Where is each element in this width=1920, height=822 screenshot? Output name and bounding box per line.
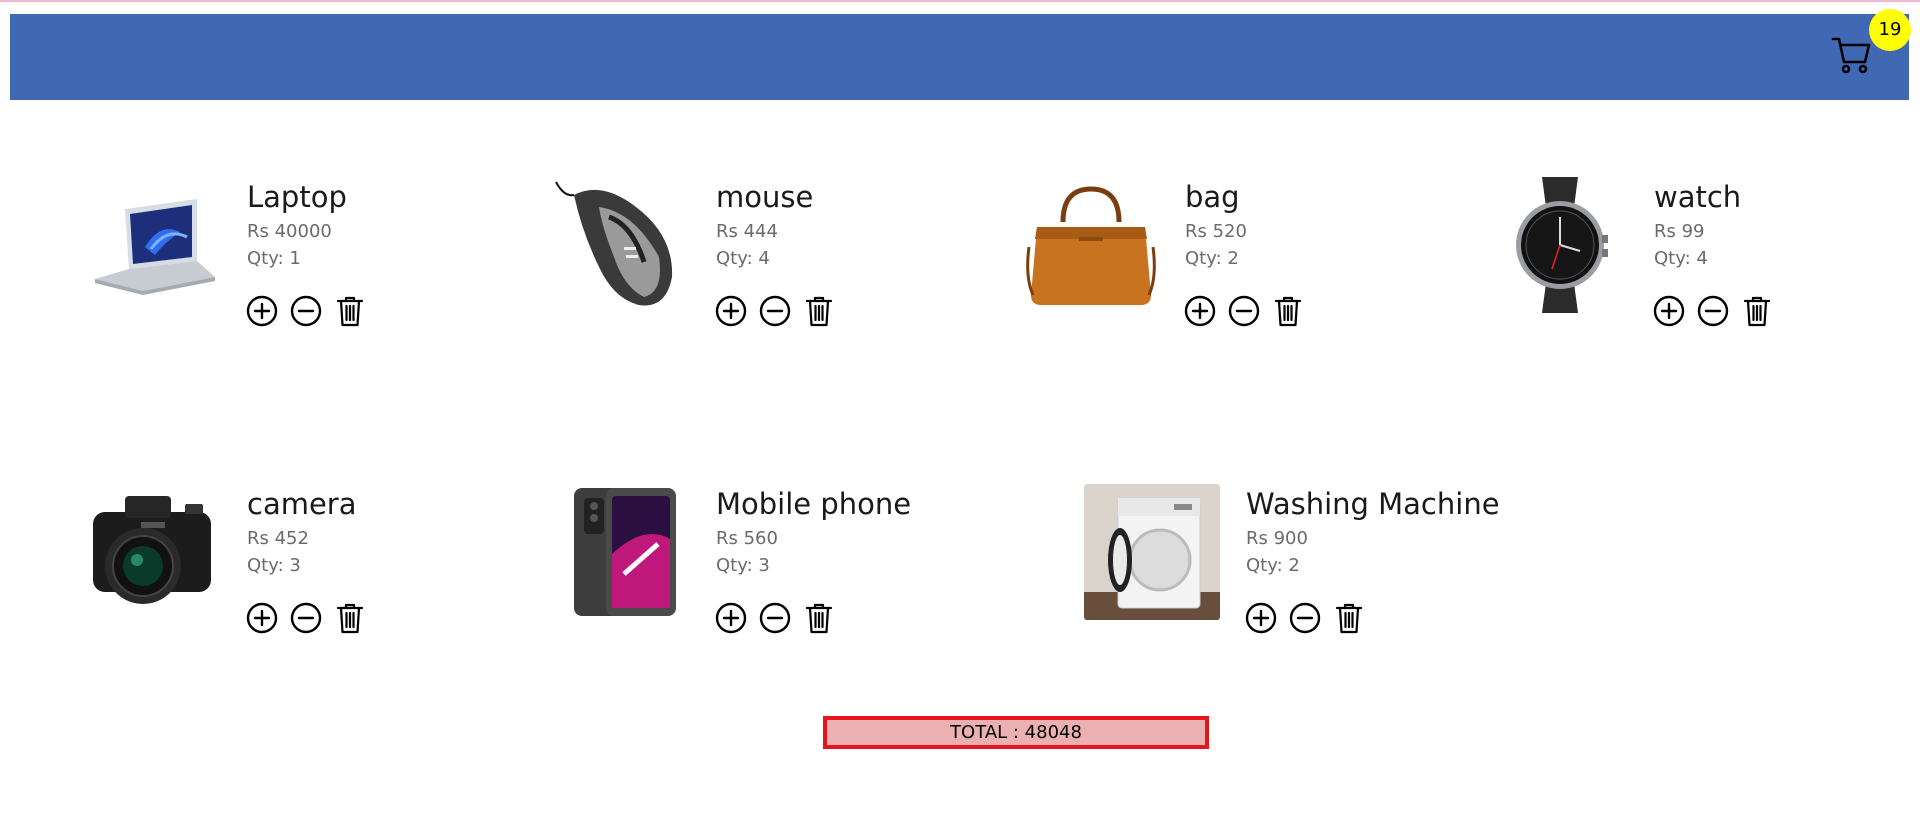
remove-item-button[interactable] [802, 601, 836, 635]
product-name: Washing Machine [1246, 487, 1500, 521]
increase-quantity-button[interactable] [1183, 294, 1217, 328]
minus-circle-icon [1289, 602, 1321, 634]
product-name: mouse [716, 180, 814, 214]
product-quantity: Qty: 4 [716, 248, 770, 269]
product-name: Mobile phone [716, 487, 912, 521]
product-quantity: Qty: 2 [1185, 248, 1239, 269]
decrease-quantity-button[interactable] [758, 294, 792, 328]
watch-image [1492, 177, 1628, 313]
product-price: Rs 520 [1185, 221, 1247, 242]
product-name: bag [1185, 180, 1240, 214]
increase-quantity-button[interactable] [714, 294, 748, 328]
product-quantity: Qty: 4 [1654, 248, 1708, 269]
product-card: mouse Rs 444 Qty: 4 [554, 177, 1014, 347]
decrease-quantity-button[interactable] [1696, 294, 1730, 328]
trash-icon [1274, 296, 1302, 327]
increase-quantity-button[interactable] [1244, 601, 1278, 635]
top-accent-line [0, 0, 1920, 2]
laptop-image [85, 177, 221, 313]
increase-quantity-button[interactable] [1652, 294, 1686, 328]
product-card: camera Rs 452 Qty: 3 [85, 484, 545, 654]
decrease-quantity-button[interactable] [1227, 294, 1261, 328]
decrease-quantity-button[interactable] [289, 601, 323, 635]
product-name: watch [1654, 180, 1742, 214]
product-card: Mobile phone Rs 560 Qty: 3 [554, 484, 1014, 654]
product-card: bag Rs 520 Qty: 2 [1023, 177, 1483, 347]
product-card: Washing Machine Rs 900 Qty: 2 [1084, 484, 1544, 654]
trash-icon [336, 603, 364, 634]
product-price: Rs 99 [1654, 221, 1705, 242]
plus-circle-icon [715, 602, 747, 634]
camera-image [85, 484, 221, 620]
minus-circle-icon [290, 602, 322, 634]
product-quantity: Qty: 2 [1246, 555, 1300, 576]
mouse-image [554, 177, 690, 313]
product-quantity: Qty: 3 [247, 555, 301, 576]
remove-item-button[interactable] [333, 294, 367, 328]
decrease-quantity-button[interactable] [289, 294, 323, 328]
bag-image [1023, 177, 1159, 313]
product-price: Rs 900 [1246, 528, 1308, 549]
decrease-quantity-button[interactable] [758, 601, 792, 635]
header-bar [10, 14, 1909, 100]
product-price: Rs 40000 [247, 221, 332, 242]
trash-icon [805, 603, 833, 634]
washing-machine-image [1084, 484, 1220, 620]
plus-circle-icon [1245, 602, 1277, 634]
plus-circle-icon [715, 295, 747, 327]
remove-item-button[interactable] [1740, 294, 1774, 328]
product-price: Rs 444 [716, 221, 778, 242]
remove-item-button[interactable] [802, 294, 836, 328]
minus-circle-icon [759, 295, 791, 327]
trash-icon [336, 296, 364, 327]
remove-item-button[interactable] [1332, 601, 1366, 635]
remove-item-button[interactable] [333, 601, 367, 635]
product-card: Laptop Rs 40000 Qty: 1 [85, 177, 545, 347]
minus-circle-icon [1228, 295, 1260, 327]
plus-circle-icon [246, 295, 278, 327]
minus-circle-icon [1697, 295, 1729, 327]
cart-button[interactable] [1830, 32, 1874, 76]
cart-icon [1830, 32, 1874, 76]
minus-circle-icon [290, 295, 322, 327]
increase-quantity-button[interactable] [245, 601, 279, 635]
increase-quantity-button[interactable] [714, 601, 748, 635]
trash-icon [1335, 603, 1363, 634]
minus-circle-icon [759, 602, 791, 634]
trash-icon [1743, 296, 1771, 327]
cart-total: TOTAL : 48048 [823, 716, 1209, 749]
plus-circle-icon [246, 602, 278, 634]
remove-item-button[interactable] [1271, 294, 1305, 328]
product-name: camera [247, 487, 357, 521]
product-price: Rs 560 [716, 528, 778, 549]
product-quantity: Qty: 1 [247, 248, 301, 269]
plus-circle-icon [1184, 295, 1216, 327]
increase-quantity-button[interactable] [245, 294, 279, 328]
product-card: watch Rs 99 Qty: 4 [1492, 177, 1920, 347]
product-name: Laptop [247, 180, 347, 214]
trash-icon [805, 296, 833, 327]
product-price: Rs 452 [247, 528, 309, 549]
product-quantity: Qty: 3 [716, 555, 770, 576]
mobile-phone-image [554, 484, 690, 620]
cart-count-badge: 19 [1869, 9, 1911, 51]
decrease-quantity-button[interactable] [1288, 601, 1322, 635]
plus-circle-icon [1653, 295, 1685, 327]
